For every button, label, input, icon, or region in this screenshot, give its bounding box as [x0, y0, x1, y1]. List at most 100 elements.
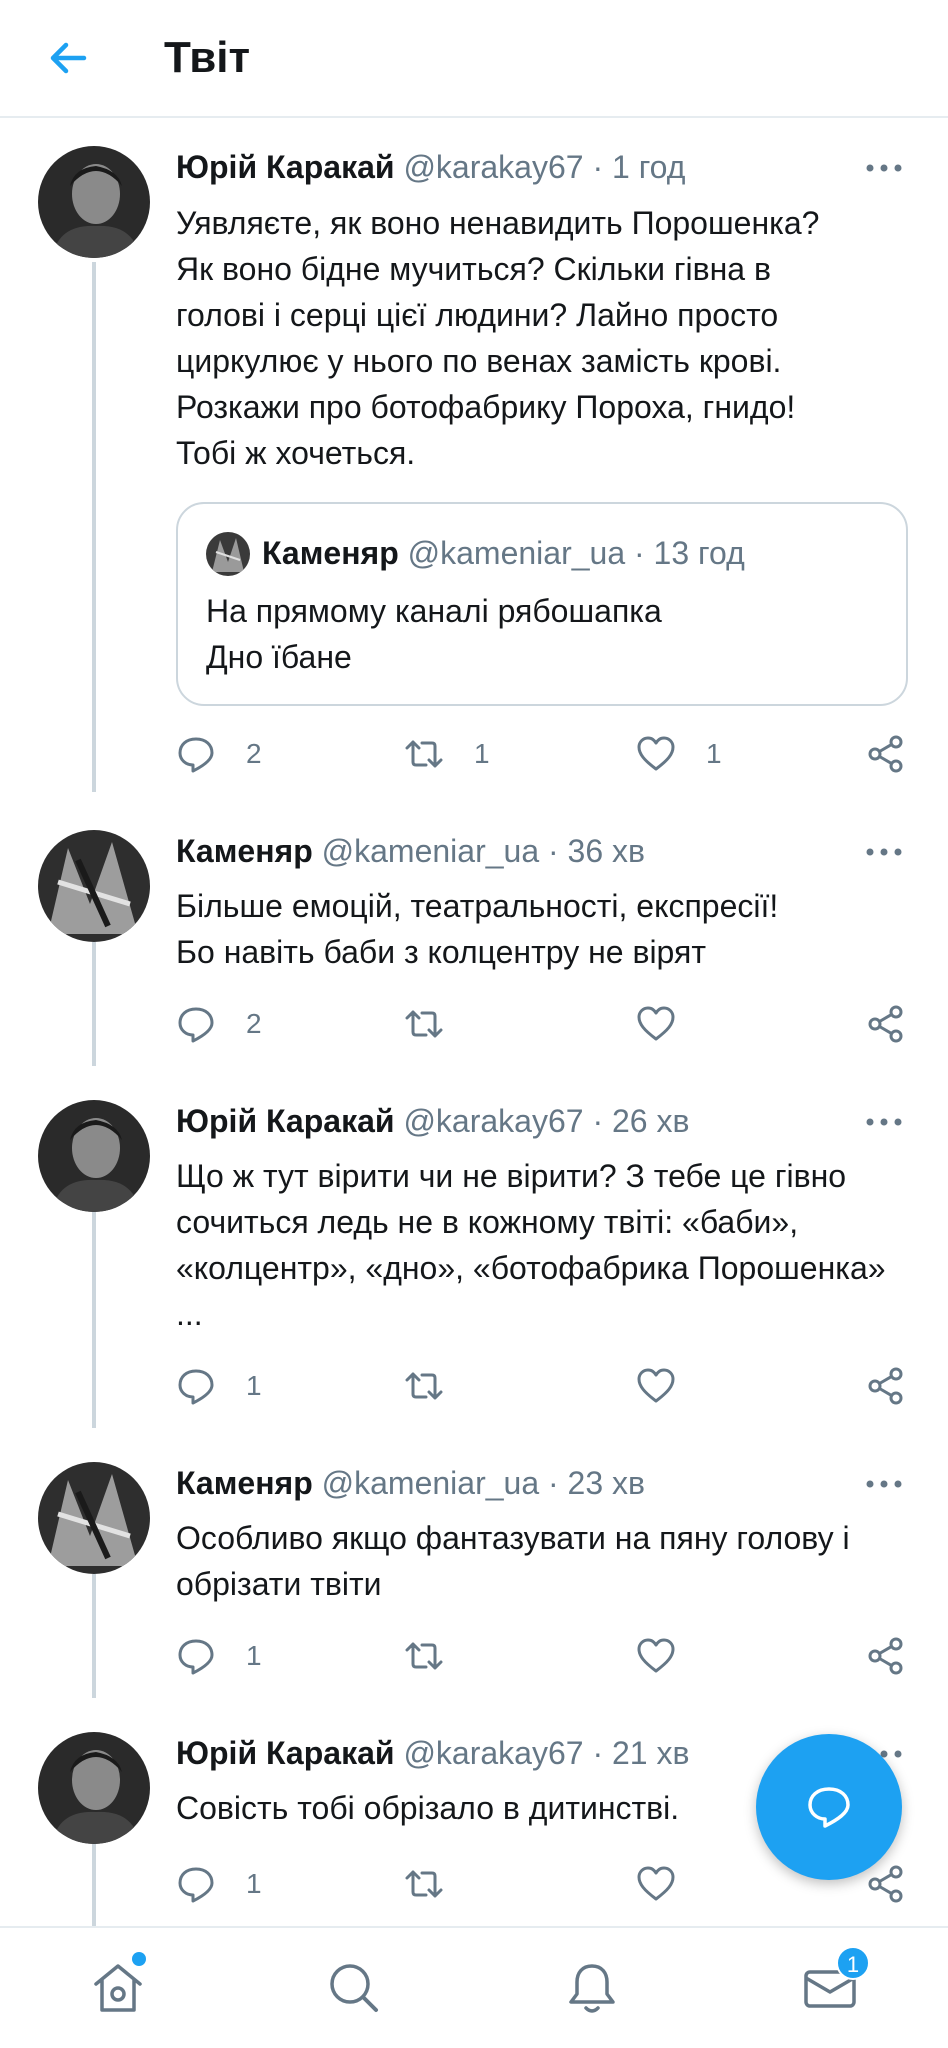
share-button[interactable] — [866, 1860, 906, 1908]
tweet-text-line: обрізати твіти — [176, 1566, 382, 1602]
like-button[interactable] — [636, 1632, 706, 1680]
author-handle[interactable]: @kameniar_ua — [322, 833, 539, 869]
retweet-button[interactable]: 1 — [404, 730, 490, 778]
bell-icon — [569, 1964, 615, 2013]
separator-dot: · — [592, 149, 604, 185]
tweet-actions: 2 — [176, 1000, 908, 1048]
tweet-text-line: сочиться ледь не в кожному твіті: «баби»… — [176, 1204, 799, 1240]
author-handle[interactable]: @karakay67 — [403, 1103, 583, 1139]
author-handle[interactable]: @karakay67 — [403, 149, 583, 185]
tweet-text-line: Бо навіть баби з колцентру не вірят — [176, 934, 706, 970]
tweet-text-line: Особливо якщо фантазувати на пяну голову… — [176, 1520, 850, 1556]
like-button[interactable]: 1 — [636, 730, 722, 778]
quoted-author-name: Каменяр — [262, 535, 399, 571]
separator-dot: · — [634, 535, 645, 571]
tweet-text-line: голові і серці цієї людини? Лайно просто — [176, 297, 779, 333]
share-button[interactable] — [866, 1000, 906, 1048]
share-button[interactable] — [866, 1362, 906, 1410]
like-icon — [637, 1638, 675, 1673]
tweet[interactable]: Каменяр @kameniar_ua · 36 хв Більше емоц… — [0, 800, 948, 1070]
tweet-text-line: Більше емоцій, театральності, експресії! — [176, 888, 779, 924]
tweet-text-line: циркулює у нього по венах замість крові. — [176, 343, 782, 379]
tweet-text-line: Що ж тут вірити чи не вірити? З тебе це … — [176, 1158, 847, 1194]
nav-notifications[interactable] — [562, 1958, 622, 2018]
separator-dot: · — [592, 1735, 604, 1771]
separator-dot: · — [548, 833, 559, 869]
author-handle[interactable]: @karakay67 — [403, 1735, 583, 1771]
share-button[interactable] — [866, 1632, 906, 1680]
retweet-button[interactable] — [404, 1860, 474, 1908]
more-icon[interactable] — [864, 1112, 904, 1132]
tweet-text-line: ... — [176, 1296, 203, 1332]
author-name[interactable]: Юрій Каракай — [176, 149, 395, 185]
avatar[interactable] — [38, 1462, 150, 1574]
tweet[interactable]: Юрій Каракай @karakay67 · 1 год Уявляєте… — [0, 0, 948, 800]
retweet-button[interactable] — [404, 1000, 474, 1048]
retweet-icon — [405, 1010, 443, 1038]
reply-button[interactable]: 1 — [176, 1632, 262, 1680]
retweet-count: 1 — [474, 738, 490, 769]
reply-icon — [178, 1639, 214, 1675]
author-name[interactable]: Юрій Каракай — [176, 1735, 395, 1771]
tweet-text: Що ж тут вірити чи не вірити? З тебе це … — [176, 1153, 912, 1337]
reply-count: 1 — [246, 1370, 262, 1401]
more-icon[interactable] — [864, 158, 904, 178]
reply-count: 2 — [246, 738, 262, 769]
reply-count: 1 — [246, 1640, 262, 1671]
avatar-photo-karakay — [38, 1732, 150, 1844]
quoted-text-line: Дно їбане — [206, 639, 352, 675]
avatar[interactable] — [38, 1732, 150, 1844]
retweet-icon — [405, 740, 443, 768]
tweet-time: 26 хв — [612, 1103, 690, 1139]
reply-button[interactable]: 2 — [176, 730, 262, 778]
tweet[interactable]: Юрій Каракай @karakay67 · 26 хв Що ж тут… — [0, 1070, 948, 1432]
thread-line — [92, 262, 96, 792]
nav-search[interactable] — [324, 1958, 384, 2018]
author-name[interactable]: Каменяр — [176, 1465, 313, 1501]
reply-count: 2 — [246, 1008, 262, 1039]
avatar-art-kameniar — [206, 532, 250, 576]
nav-home[interactable] — [88, 1952, 148, 2018]
retweet-button[interactable] — [404, 1632, 474, 1680]
author-name[interactable]: Юрій Каракай — [176, 1103, 395, 1139]
like-button[interactable] — [636, 1362, 706, 1410]
retweet-button[interactable] — [404, 1362, 474, 1410]
compose-reply-icon — [808, 1787, 850, 1828]
more-icon[interactable] — [864, 1474, 904, 1494]
compose-reply-button[interactable] — [756, 1734, 902, 1880]
quoted-tweet[interactable]: Каменяр @kameniar_ua · 13 год На прямому… — [176, 502, 908, 706]
author-handle[interactable]: @kameniar_ua — [322, 1465, 539, 1501]
retweet-icon — [405, 1372, 443, 1400]
thread-line — [92, 1574, 96, 1698]
share-icon — [868, 1865, 903, 1903]
quoted-meta: Каменяр @kameniar_ua · 13 год — [262, 530, 745, 576]
thread-line — [92, 942, 96, 1066]
separator-dot: · — [592, 1103, 604, 1139]
like-button[interactable] — [636, 1000, 706, 1048]
reply-button[interactable]: 2 — [176, 1000, 262, 1048]
avatar[interactable] — [38, 1100, 150, 1212]
quoted-time: 13 год — [653, 535, 745, 571]
tweet-meta: Юрій Каракай @karakay67 · 26 хв — [176, 1098, 908, 1144]
share-button[interactable] — [866, 730, 906, 778]
author-name[interactable]: Каменяр — [176, 833, 313, 869]
reply-button[interactable]: 1 — [176, 1860, 262, 1908]
more-icon[interactable] — [864, 842, 904, 862]
separator-dot: · — [548, 1465, 559, 1501]
tweet[interactable]: Каменяр @kameniar_ua · 23 хв Особливо як… — [0, 1432, 948, 1702]
tweet-meta: Каменяр @kameniar_ua · 23 хв — [176, 1460, 908, 1506]
reply-icon — [178, 1369, 214, 1405]
share-icon — [868, 1005, 903, 1043]
tweet-meta: Юрій Каракай @karakay67 · 1 год — [176, 144, 908, 190]
tweet-text-line: «колцентр», «дно», «ботофабрика Порошенк… — [176, 1250, 886, 1286]
avatar[interactable] — [38, 146, 150, 258]
like-button[interactable] — [636, 1860, 706, 1908]
thread-line — [92, 1844, 96, 1926]
reply-button[interactable]: 1 — [176, 1362, 262, 1410]
retweet-icon — [405, 1642, 443, 1670]
avatar[interactable] — [38, 830, 150, 942]
share-icon — [868, 735, 903, 773]
reply-icon — [178, 1867, 214, 1903]
nav-messages[interactable]: 1 — [800, 1946, 870, 2018]
reply-icon — [178, 1007, 214, 1043]
